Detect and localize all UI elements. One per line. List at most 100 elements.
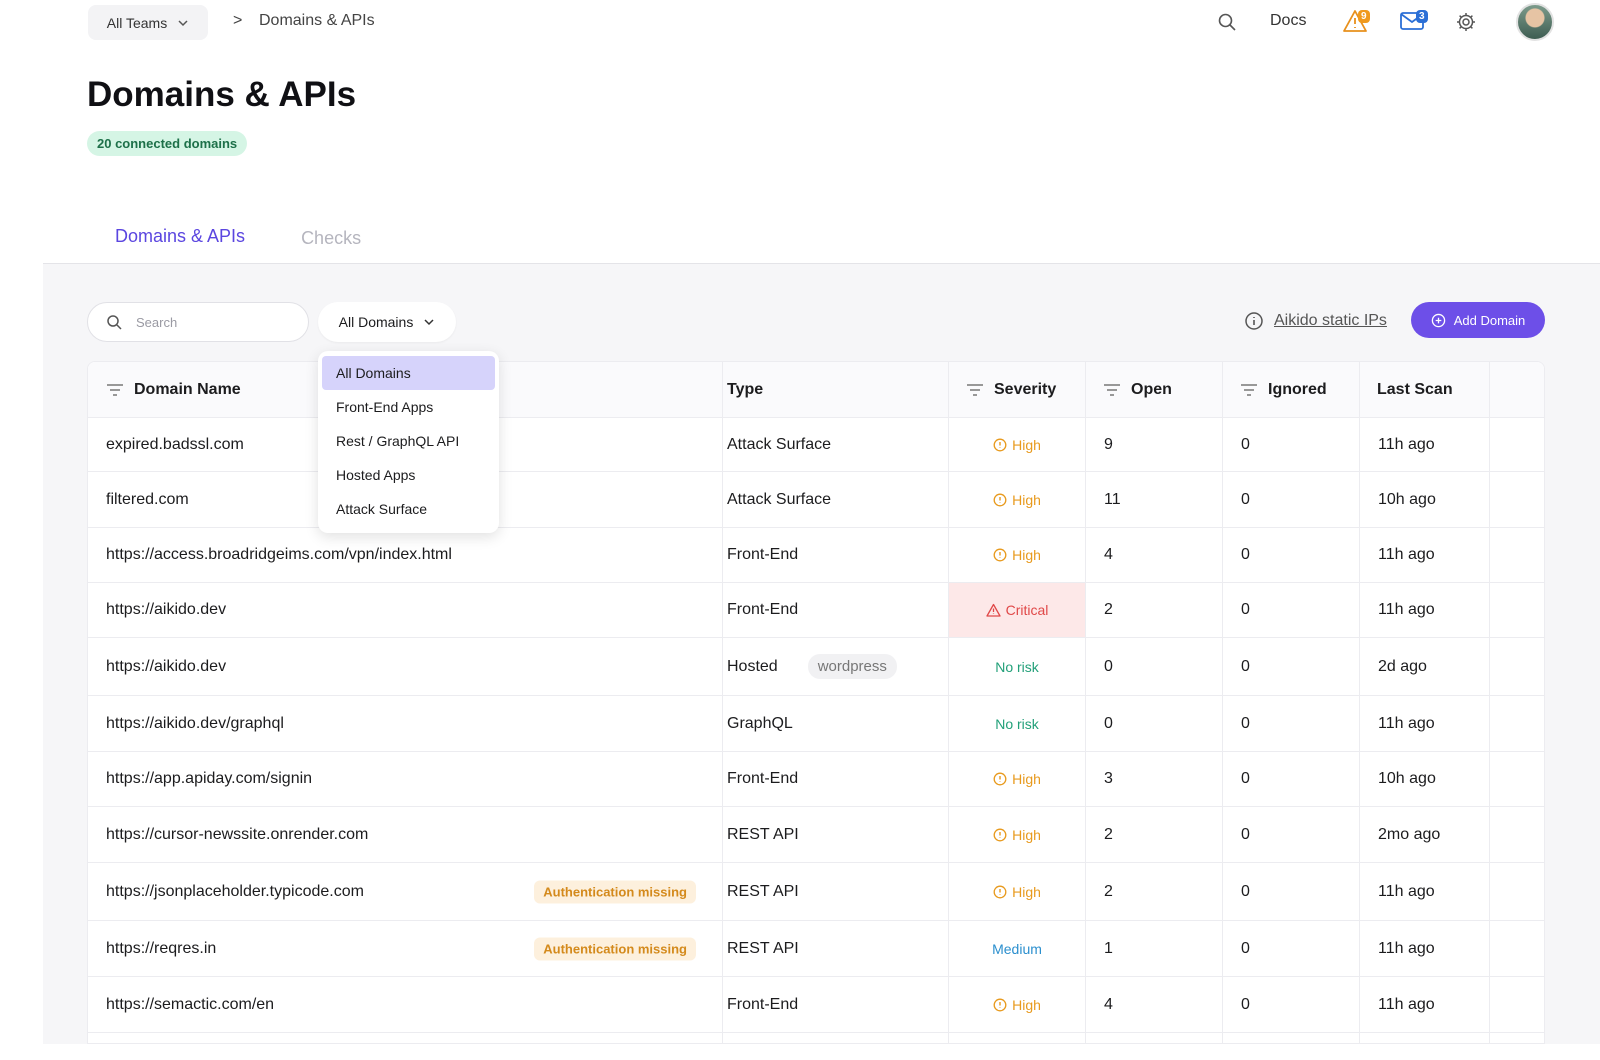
menu-item-hosted-apps[interactable]: Hosted Apps: [322, 458, 495, 492]
table-row[interactable]: https://cursor-newssite.onrender.com REST…: [88, 807, 1544, 863]
col-ignored-label: Ignored: [1268, 380, 1327, 398]
domain-cell[interactable]: https://aikido.dev: [106, 638, 716, 695]
domain-name: https://aikido.dev: [106, 657, 227, 675]
messages-button[interactable]: 3: [1399, 9, 1431, 35]
alert-circle-icon: [993, 548, 1007, 562]
open-count: 0: [1104, 714, 1113, 732]
alert-circle-icon: [993, 772, 1007, 786]
type-cell: REST API: [727, 863, 799, 920]
table-row[interactable]: https://aikido.dev Hosted wordpress No risk…: [88, 638, 1544, 696]
ignored-count: 0: [1241, 490, 1250, 508]
col-severity-label: Severity: [994, 380, 1057, 398]
col-last-scan[interactable]: Last Scan: [1377, 362, 1453, 417]
menu-item-rest-graphql-api[interactable]: Rest / GraphQL API: [322, 424, 495, 458]
col-type[interactable]: Type: [727, 362, 763, 417]
static-ips-link[interactable]: Aikido static IPs: [1244, 311, 1387, 331]
col-open[interactable]: Open: [1103, 362, 1172, 417]
col-ignored[interactable]: Ignored: [1240, 362, 1327, 417]
table-row[interactable]: https://aikido.dev Front-End Critical 2 0 11h…: [88, 583, 1544, 638]
open-count: 9: [1104, 435, 1113, 453]
last-scan: 11h ago: [1378, 995, 1435, 1013]
menu-item-attack-surface[interactable]: Attack Surface: [322, 492, 495, 526]
last-scan: 11h ago: [1378, 435, 1435, 453]
table-row[interactable]: https://aikido.dev/graphql GraphQL No risk…: [88, 696, 1544, 752]
top-bar: All Teams > Domains & APIs Docs 9 3: [0, 0, 1600, 44]
ignored-count: 0: [1241, 882, 1250, 900]
domain-cell[interactable]: https://reqres.in Authentication missing: [106, 921, 716, 976]
domain-filter-select[interactable]: All Domains: [318, 302, 456, 342]
filter-icon: [1104, 383, 1120, 396]
alert-circle-icon: [993, 438, 1007, 451]
table-row[interactable]: https://app.apiday.com/signin Front-End Hi…: [88, 752, 1544, 807]
severity-cell: No risk: [949, 696, 1085, 751]
table-row[interactable]: https://jsonplaceholder.typicode.com Auth…: [88, 863, 1544, 921]
type-label: REST API: [727, 825, 799, 843]
filter-icon: [967, 383, 983, 396]
col-severity[interactable]: Severity: [966, 362, 1056, 417]
open-count: 2: [1104, 882, 1113, 900]
domain-cell[interactable]: https://cursor-newssite.onrender.com: [106, 807, 716, 862]
table-row[interactable]: https://access.broadridgeims.com/vpn/ind…: [88, 528, 1544, 583]
domain-name: https://semactic.com/en: [106, 995, 275, 1013]
alerts-button[interactable]: 9: [1342, 9, 1372, 35]
severity-label: High: [1012, 491, 1041, 508]
domain-cell[interactable]: https://access.broadridgeims.com/vpn/ind…: [106, 528, 716, 582]
domain-cell[interactable]: https://aikido.dev: [106, 583, 716, 637]
last-scan: 10h ago: [1378, 770, 1436, 787]
table-row[interactable]: https://semactic.com/en Front-End High 4 0 11…: [88, 977, 1544, 1033]
domain-name: https://reqres.in: [106, 939, 217, 957]
severity-cell: High: [949, 528, 1085, 582]
filter-icon: [1241, 383, 1257, 396]
severity-cell: High: [949, 752, 1085, 806]
severity-label: No risk: [995, 715, 1039, 732]
tab-domains-apis[interactable]: Domains & APIs: [87, 210, 274, 266]
last-scan: 2d ago: [1378, 657, 1427, 675]
severity-label: High: [1012, 826, 1041, 843]
severity-label: High: [1012, 996, 1041, 1013]
docs-link[interactable]: Docs: [1270, 12, 1306, 30]
table-row[interactable]: filtered.com Attack Surface High 11 0 10h ago: [88, 472, 1544, 528]
warning-icon: [985, 603, 1001, 617]
add-domain-button[interactable]: Add Domain: [1411, 302, 1545, 338]
avatar[interactable]: [1516, 3, 1554, 41]
open-count: 11: [1104, 490, 1121, 508]
domain-cell[interactable]: https://semactic.com/en: [106, 977, 716, 1032]
breadcrumb-separator: >: [233, 12, 243, 29]
open-count: 3: [1104, 770, 1113, 787]
team-select[interactable]: All Teams: [88, 5, 208, 40]
tab-checks[interactable]: Checks: [273, 210, 389, 266]
search-box[interactable]: [87, 302, 309, 342]
domain-filter-label: All Domains: [338, 314, 414, 330]
severity-cell: High: [949, 807, 1085, 862]
type-cell: REST API: [727, 807, 799, 862]
search-icon[interactable]: [1217, 12, 1237, 32]
gear-icon[interactable]: [1455, 11, 1477, 33]
alerts-count: 9: [1358, 10, 1370, 23]
menu-item-all-domains[interactable]: All Domains: [322, 356, 495, 390]
add-domain-label: Add Domain: [1453, 312, 1526, 328]
col-domain-name[interactable]: Domain Name: [106, 362, 241, 417]
breadcrumb[interactable]: Domains & APIs: [259, 12, 375, 30]
open-count: 4: [1104, 995, 1113, 1013]
ignored-count: 0: [1241, 939, 1250, 957]
severity-label: No risk: [995, 658, 1039, 675]
domain-cell[interactable]: https://jsonplaceholder.typicode.com Auth…: [106, 863, 716, 920]
ignored-count: 0: [1241, 546, 1250, 563]
alert-circle-icon: [993, 828, 1007, 841]
table-row[interactable]: https://reqres.in Authentication missing R…: [88, 921, 1544, 977]
domain-cell[interactable]: https://aikido.dev/graphql: [106, 696, 716, 751]
domain-cell[interactable]: https://app.apiday.com/signin: [106, 752, 716, 806]
type-label: REST API: [727, 939, 799, 957]
last-scan: 11h ago: [1378, 882, 1435, 900]
last-scan: 11h ago: [1378, 939, 1435, 957]
info-icon: [1245, 312, 1263, 330]
col-last-scan-label: Last Scan: [1377, 380, 1453, 398]
alert-circle-icon: [993, 998, 1007, 1011]
type-cell: Hosted wordpress: [727, 638, 897, 695]
col-type-label: Type: [727, 380, 764, 398]
search-input[interactable]: [134, 313, 284, 331]
table-row[interactable]: expired.badssl.com Attack Surface High 9 0 11…: [88, 418, 1544, 472]
type-cell: GraphQL: [727, 696, 793, 751]
severity-cell: Medium: [949, 921, 1085, 976]
menu-item-front-end-apps[interactable]: Front-End Apps: [322, 390, 495, 424]
